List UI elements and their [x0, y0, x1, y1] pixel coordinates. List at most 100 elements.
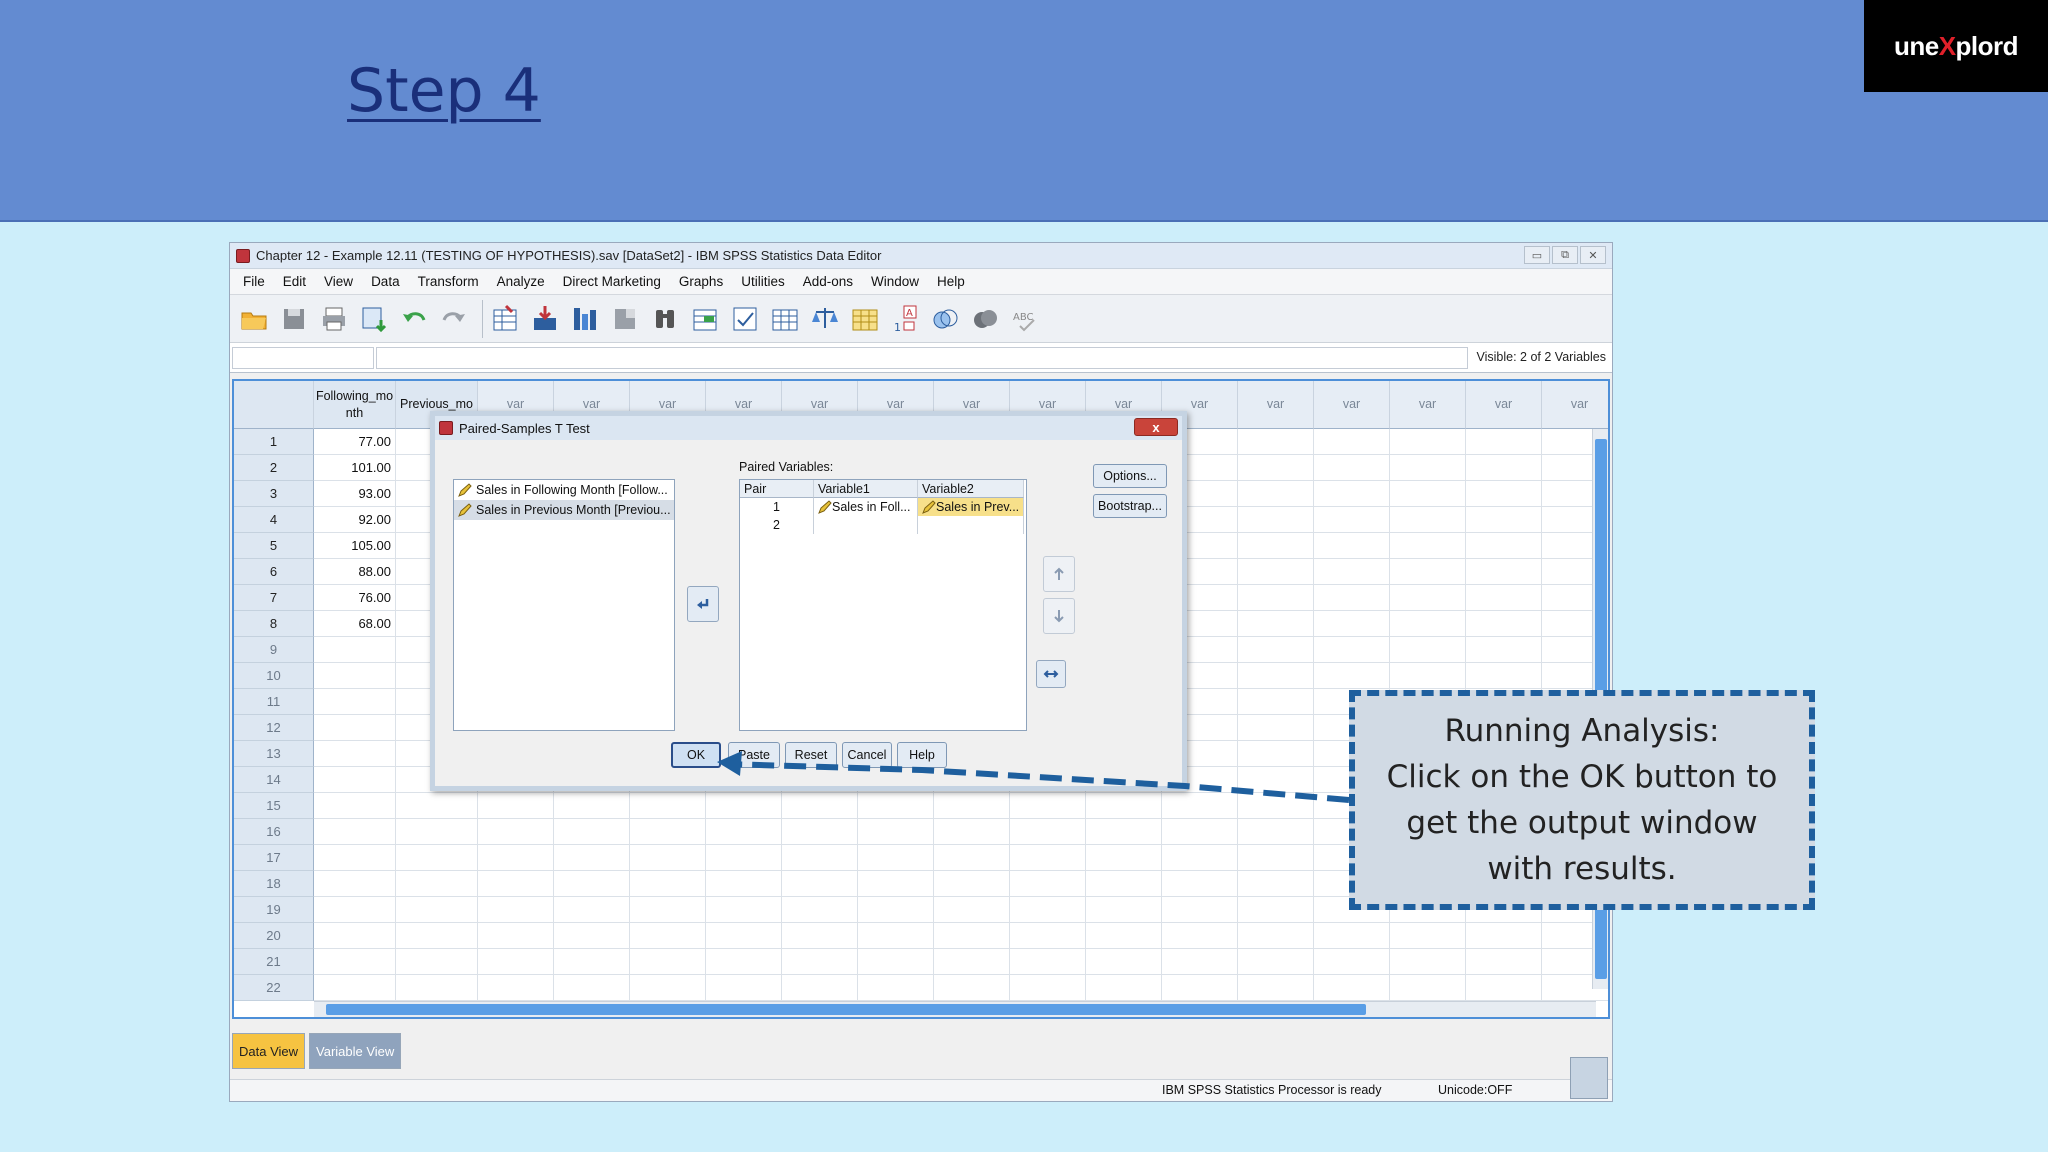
data-cell[interactable]: 77.00 — [314, 429, 396, 455]
column-header-var[interactable]: var — [1314, 381, 1390, 429]
data-cell[interactable] — [1238, 845, 1314, 871]
source-variable-list[interactable]: Sales in Following Month [Follow... Sale… — [453, 479, 675, 731]
data-cell[interactable] — [1466, 637, 1542, 663]
bootstrap-button[interactable]: Bootstrap... — [1093, 494, 1167, 518]
data-cell[interactable] — [782, 975, 858, 1001]
data-cell[interactable] — [1010, 871, 1086, 897]
tab-variable-view[interactable]: Variable View — [309, 1033, 402, 1069]
data-cell[interactable] — [1314, 507, 1390, 533]
data-cell[interactable] — [1086, 923, 1162, 949]
help-button[interactable]: Help — [897, 742, 947, 768]
data-cell[interactable] — [1238, 923, 1314, 949]
data-cell[interactable] — [706, 793, 782, 819]
move-variable-button[interactable] — [687, 586, 719, 622]
pair-variable2[interactable] — [918, 516, 1024, 534]
ok-button[interactable]: OK — [671, 742, 721, 768]
goto-case-icon[interactable] — [487, 301, 523, 337]
data-cell[interactable] — [1466, 481, 1542, 507]
data-cell[interactable] — [1238, 871, 1314, 897]
value-labels-icon[interactable]: A1 — [887, 301, 923, 337]
data-cell[interactable] — [1010, 975, 1086, 1001]
data-cell[interactable] — [1086, 949, 1162, 975]
data-cell[interactable] — [1162, 949, 1238, 975]
print-icon[interactable] — [316, 301, 352, 337]
data-cell[interactable] — [858, 897, 934, 923]
data-cell[interactable] — [1162, 845, 1238, 871]
data-cell[interactable] — [314, 663, 396, 689]
data-cell[interactable] — [706, 819, 782, 845]
menu-utilities[interactable]: Utilities — [732, 274, 794, 289]
close-button[interactable]: ✕ — [1580, 246, 1606, 264]
use-sets-icon[interactable] — [927, 301, 963, 337]
data-cell[interactable] — [478, 975, 554, 1001]
data-cell[interactable] — [706, 949, 782, 975]
paired-variables-table[interactable]: Pair Variable1 Variable2 1 Sales in Foll… — [739, 479, 1027, 731]
data-cell[interactable] — [1238, 793, 1314, 819]
data-cell[interactable] — [858, 949, 934, 975]
data-cell[interactable] — [1162, 923, 1238, 949]
data-cell[interactable] — [1314, 481, 1390, 507]
status-download-icon[interactable] — [1570, 1057, 1608, 1099]
spell-check-icon[interactable]: ABC — [1007, 301, 1043, 337]
data-cell[interactable] — [1086, 793, 1162, 819]
data-cell[interactable] — [782, 845, 858, 871]
find-icon[interactable] — [647, 301, 683, 337]
data-cell[interactable] — [782, 871, 858, 897]
data-cell[interactable] — [1390, 559, 1466, 585]
data-cell[interactable] — [478, 949, 554, 975]
data-cell[interactable] — [858, 845, 934, 871]
data-cell[interactable] — [782, 897, 858, 923]
paste-button[interactable]: Paste — [728, 742, 780, 768]
data-cell[interactable] — [314, 871, 396, 897]
menu-data[interactable]: Data — [362, 274, 409, 289]
data-cell[interactable] — [554, 923, 630, 949]
data-cell[interactable] — [1466, 533, 1542, 559]
data-cell[interactable] — [1238, 819, 1314, 845]
data-cell[interactable] — [478, 871, 554, 897]
table-row[interactable]: 2 — [740, 516, 1026, 534]
data-cell[interactable] — [1010, 793, 1086, 819]
data-cell[interactable] — [1086, 975, 1162, 1001]
data-cell[interactable] — [1466, 559, 1542, 585]
split-file-icon[interactable] — [767, 301, 803, 337]
row-number[interactable]: 7 — [234, 585, 314, 611]
minimize-button[interactable]: ▭ — [1524, 246, 1550, 264]
row-number[interactable]: 14 — [234, 767, 314, 793]
data-cell[interactable] — [1010, 923, 1086, 949]
data-cell[interactable] — [858, 819, 934, 845]
data-cell[interactable] — [1314, 455, 1390, 481]
row-number[interactable]: 12 — [234, 715, 314, 741]
data-cell[interactable] — [396, 845, 478, 871]
data-cell[interactable] — [396, 975, 478, 1001]
column-header-var[interactable]: var — [1238, 381, 1314, 429]
data-cell[interactable] — [478, 845, 554, 871]
data-cell[interactable] — [706, 845, 782, 871]
column-header-var[interactable]: var — [1542, 381, 1608, 429]
weight-cases-icon[interactable] — [807, 301, 843, 337]
data-cell[interactable] — [478, 819, 554, 845]
data-cell[interactable] — [554, 793, 630, 819]
pair-variable2[interactable]: Sales in Prev... — [918, 498, 1024, 516]
data-cell[interactable] — [1162, 793, 1238, 819]
data-cell[interactable]: 68.00 — [314, 611, 396, 637]
data-cell[interactable] — [630, 871, 706, 897]
data-cell[interactable] — [314, 767, 396, 793]
menu-graphs[interactable]: Graphs — [670, 274, 732, 289]
data-cell[interactable]: 88.00 — [314, 559, 396, 585]
table-row[interactable]: 1 Sales in Foll... Sales in Prev... — [740, 498, 1026, 516]
data-cell[interactable] — [1314, 559, 1390, 585]
data-cell[interactable]: 92.00 — [314, 507, 396, 533]
menu-help[interactable]: Help — [928, 274, 974, 289]
data-cell[interactable] — [396, 819, 478, 845]
row-number[interactable]: 22 — [234, 975, 314, 1001]
insert-cases-icon[interactable] — [687, 301, 723, 337]
row-number[interactable]: 5 — [234, 533, 314, 559]
data-cell[interactable] — [1238, 481, 1314, 507]
data-cell[interactable] — [630, 949, 706, 975]
data-cell[interactable] — [1390, 663, 1466, 689]
row-number[interactable]: 1 — [234, 429, 314, 455]
goto-variable-icon[interactable] — [527, 301, 563, 337]
data-cell[interactable] — [782, 923, 858, 949]
data-cell[interactable] — [1314, 949, 1390, 975]
data-cell[interactable] — [934, 793, 1010, 819]
